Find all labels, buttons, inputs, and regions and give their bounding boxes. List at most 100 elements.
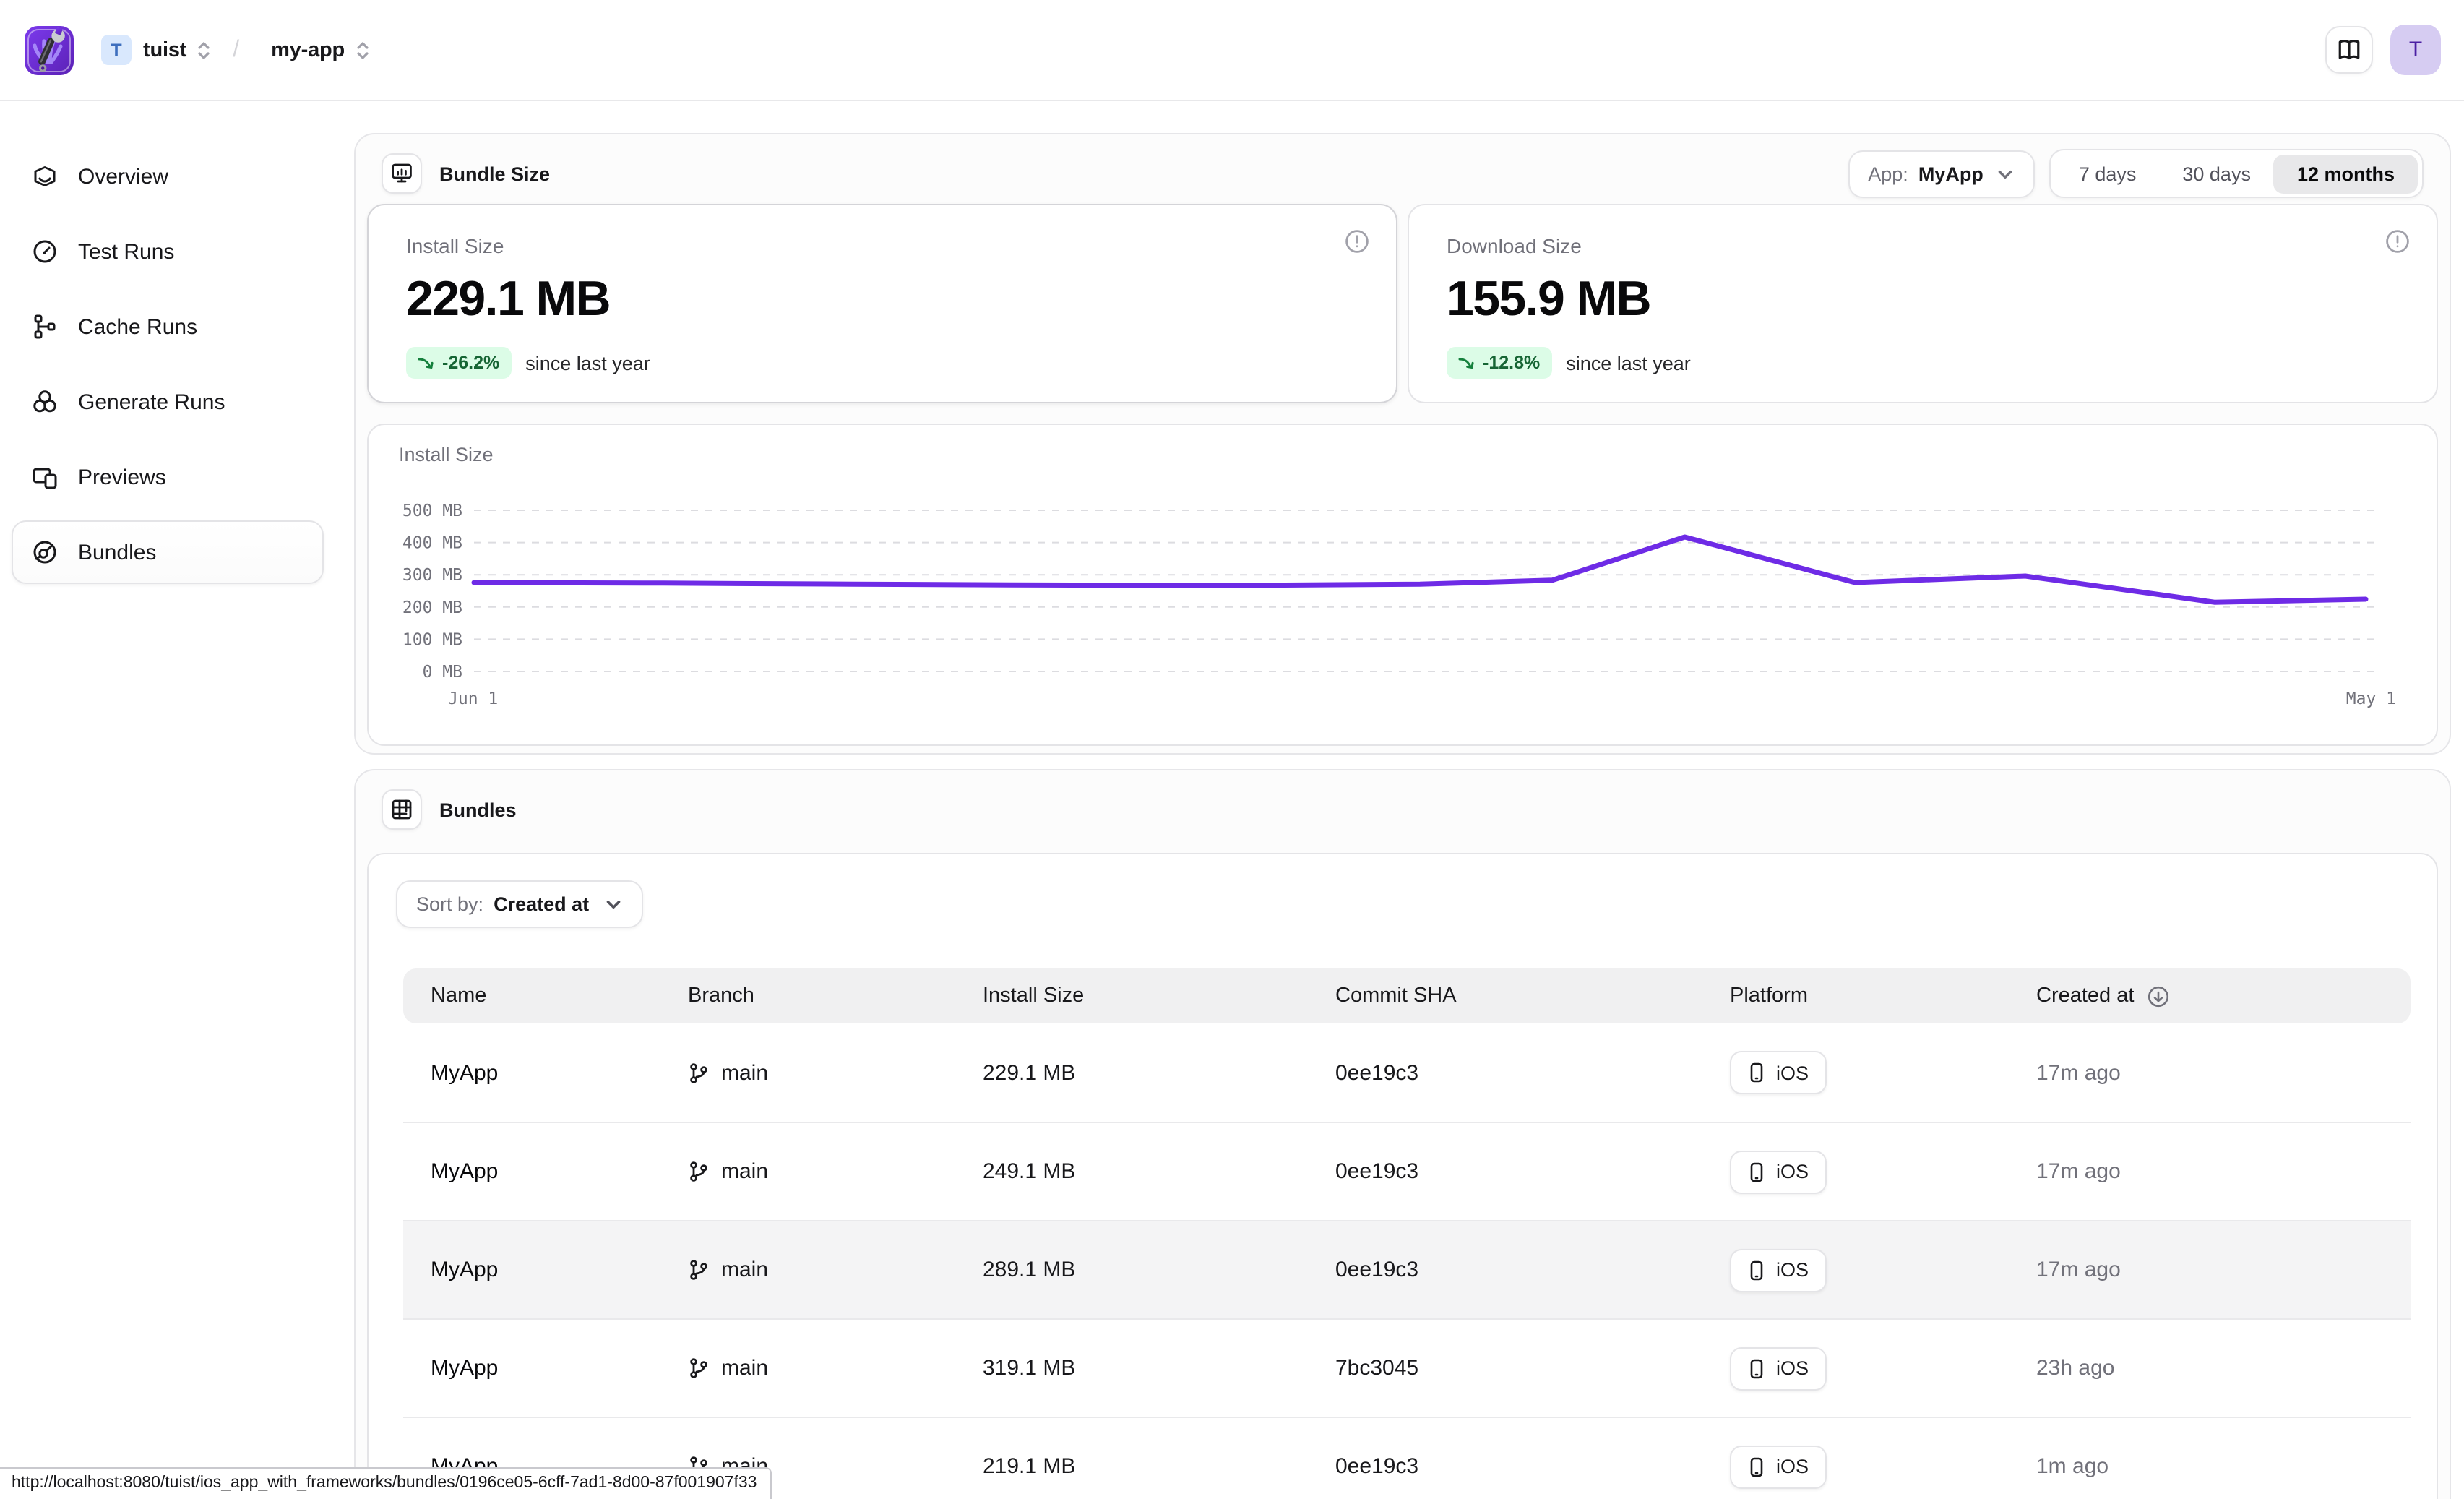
cell-install-size: 249.1 MB [955,1159,1308,1184]
phone-icon [1747,1456,1766,1477]
phone-icon [1747,1358,1766,1378]
svg-text:200 MB: 200 MB [402,598,462,617]
navbar: T tuist / my-app T [0,0,2464,101]
cell-commit-sha: 0ee19c3 [1308,1454,1702,1479]
cell-created-at: 17m ago [2009,1060,2411,1085]
range-option-7-days[interactable]: 7 days [2056,154,2160,193]
trending-down-icon [1458,355,1476,371]
cell-branch: main [660,1159,955,1184]
cell-branch: main [660,1060,955,1085]
table-grid-icon [382,789,422,830]
cell-name: MyApp [403,1356,660,1380]
svg-text:300 MB: 300 MB [402,566,462,585]
info-icon[interactable] [1343,227,1371,256]
column-header-platform: Platform [1702,984,2009,1008]
cell-install-size: 229.1 MB [955,1060,1308,1085]
cell-commit-sha: 0ee19c3 [1308,1060,1702,1085]
circles-icon [32,389,58,415]
stat-value: 155.9 MB [1447,272,2399,328]
app-filter-value: MyApp [1918,163,1983,184]
app-root: T tuist / my-app T [0,0,2464,1499]
project-selector-chevrons-icon[interactable] [353,38,371,61]
bundle-icon [32,539,58,565]
table-body: MyApp main 229.1 MB 0ee19c3 iOS 17m ago … [403,1023,2411,1499]
status-url-tooltip: http://localhost:8080/tuist/ios_app_with… [0,1467,771,1499]
phone-icon [1747,1161,1766,1182]
column-header-branch: Branch [660,984,955,1008]
cell-name: MyApp [403,1159,660,1184]
column-header-created-at[interactable]: Created at [2009,984,2411,1008]
install-size-chart[interactable]: 500 MB400 MB300 MB200 MB100 MB0 MBJun 1M… [369,425,2438,746]
docs-button[interactable] [2325,26,2373,74]
sidebar-item-test-runs[interactable]: Test Runs [12,220,324,283]
column-header-name: Name [403,984,660,1008]
svg-text:100 MB: 100 MB [402,630,462,649]
cell-commit-sha: 0ee19c3 [1308,1159,1702,1184]
platform-badge: iOS [1730,1248,1826,1292]
cell-created-at: 1m ago [2009,1454,2411,1479]
cell-install-size: 219.1 MB [955,1454,1308,1479]
table-row[interactable]: MyApp main 319.1 MB 7bc3045 iOS 23h ago [403,1318,2411,1417]
chevron-down-icon [1996,164,2015,183]
trending-down-icon [418,355,435,371]
cell-platform: iOS [1702,1051,2009,1094]
bundles-section: Bundles Sort by: Created at Name Branch … [354,769,2451,1499]
table-row[interactable]: MyApp main 289.1 MB 0ee19c3 iOS 17m ago [403,1220,2411,1318]
cell-platform: iOS [1702,1150,2009,1193]
sidebar-item-label: Generate Runs [78,390,225,414]
sort-by-label: Sort by: [416,893,483,915]
git-branch-icon [688,1062,710,1083]
tuist-logo-icon[interactable] [23,24,75,76]
svg-text:400 MB: 400 MB [402,534,462,553]
cell-platform: iOS [1702,1445,2009,1488]
cell-install-size: 289.1 MB [955,1258,1308,1282]
breadcrumb-separator: / [233,37,239,63]
cell-commit-sha: 7bc3045 [1308,1356,1702,1380]
stat-label: Install Size [406,234,1358,257]
git-branch-icon [688,1161,710,1182]
app-filter-label: App: [1868,163,1908,184]
cell-commit-sha: 0ee19c3 [1308,1258,1702,1282]
sidebar-item-overview[interactable]: Overview [12,145,324,208]
stat-label: Download Size [1447,234,2399,257]
sidebar-item-bundles[interactable]: Bundles [12,520,324,584]
sidebar-item-label: Previews [78,465,166,489]
gauge-icon [32,239,58,265]
section-title: Bundles [439,799,517,820]
sidebar-item-label: Test Runs [78,239,174,264]
user-avatar[interactable]: T [2390,25,2441,75]
delta-badge: -12.8% [1447,347,1551,379]
platform-badge: iOS [1730,1150,1826,1193]
delta-badge: -26.2% [406,347,511,379]
sort-arrow-down-icon [2145,984,2170,1008]
platform-badge: iOS [1730,1445,1826,1488]
range-option-12-months[interactable]: 12 months [2274,154,2418,193]
workflow-icon [32,314,58,340]
install-size-chart-card: Install Size 500 MB400 MB300 MB200 MB100… [367,424,2438,746]
sort-by-dropdown[interactable]: Sort by: Created at [396,880,642,928]
git-branch-icon [688,1357,710,1379]
app-filter-dropdown[interactable]: App: MyApp [1848,150,2036,197]
delta-note: since last year [525,352,650,374]
table-row[interactable]: MyApp main 249.1 MB 0ee19c3 iOS 17m ago [403,1122,2411,1220]
sidebar-item-label: Cache Runs [78,314,197,339]
sidebar-item-generate-runs[interactable]: Generate Runs [12,370,324,434]
date-range-segmented-control: 7 days 30 days 12 months [2050,149,2424,198]
stat-value: 229.1 MB [406,272,1358,328]
platform-badge: iOS [1730,1346,1826,1390]
table-row[interactable]: MyApp main 229.1 MB 0ee19c3 iOS 17m ago [403,1023,2411,1122]
org-selector-chevrons-icon[interactable] [195,38,212,61]
cell-name: MyApp [403,1060,660,1085]
download-size-stat-card: Download Size 155.9 MB -12.8% since last… [1408,204,2438,403]
column-header-install-size: Install Size [955,984,1308,1008]
project-name: my-app [271,38,345,61]
org-avatar: T [101,35,132,65]
install-size-stat-card: Install Size 229.1 MB -26.2% since last … [367,204,1397,403]
phone-icon [1747,1062,1766,1083]
range-option-30-days[interactable]: 30 days [2159,154,2274,193]
sidebar-item-previews[interactable]: Previews [12,445,324,509]
cell-created-at: 23h ago [2009,1356,2411,1380]
sidebar-item-label: Overview [78,164,168,189]
sidebar-item-cache-runs[interactable]: Cache Runs [12,295,324,358]
info-icon[interactable] [2383,227,2412,256]
